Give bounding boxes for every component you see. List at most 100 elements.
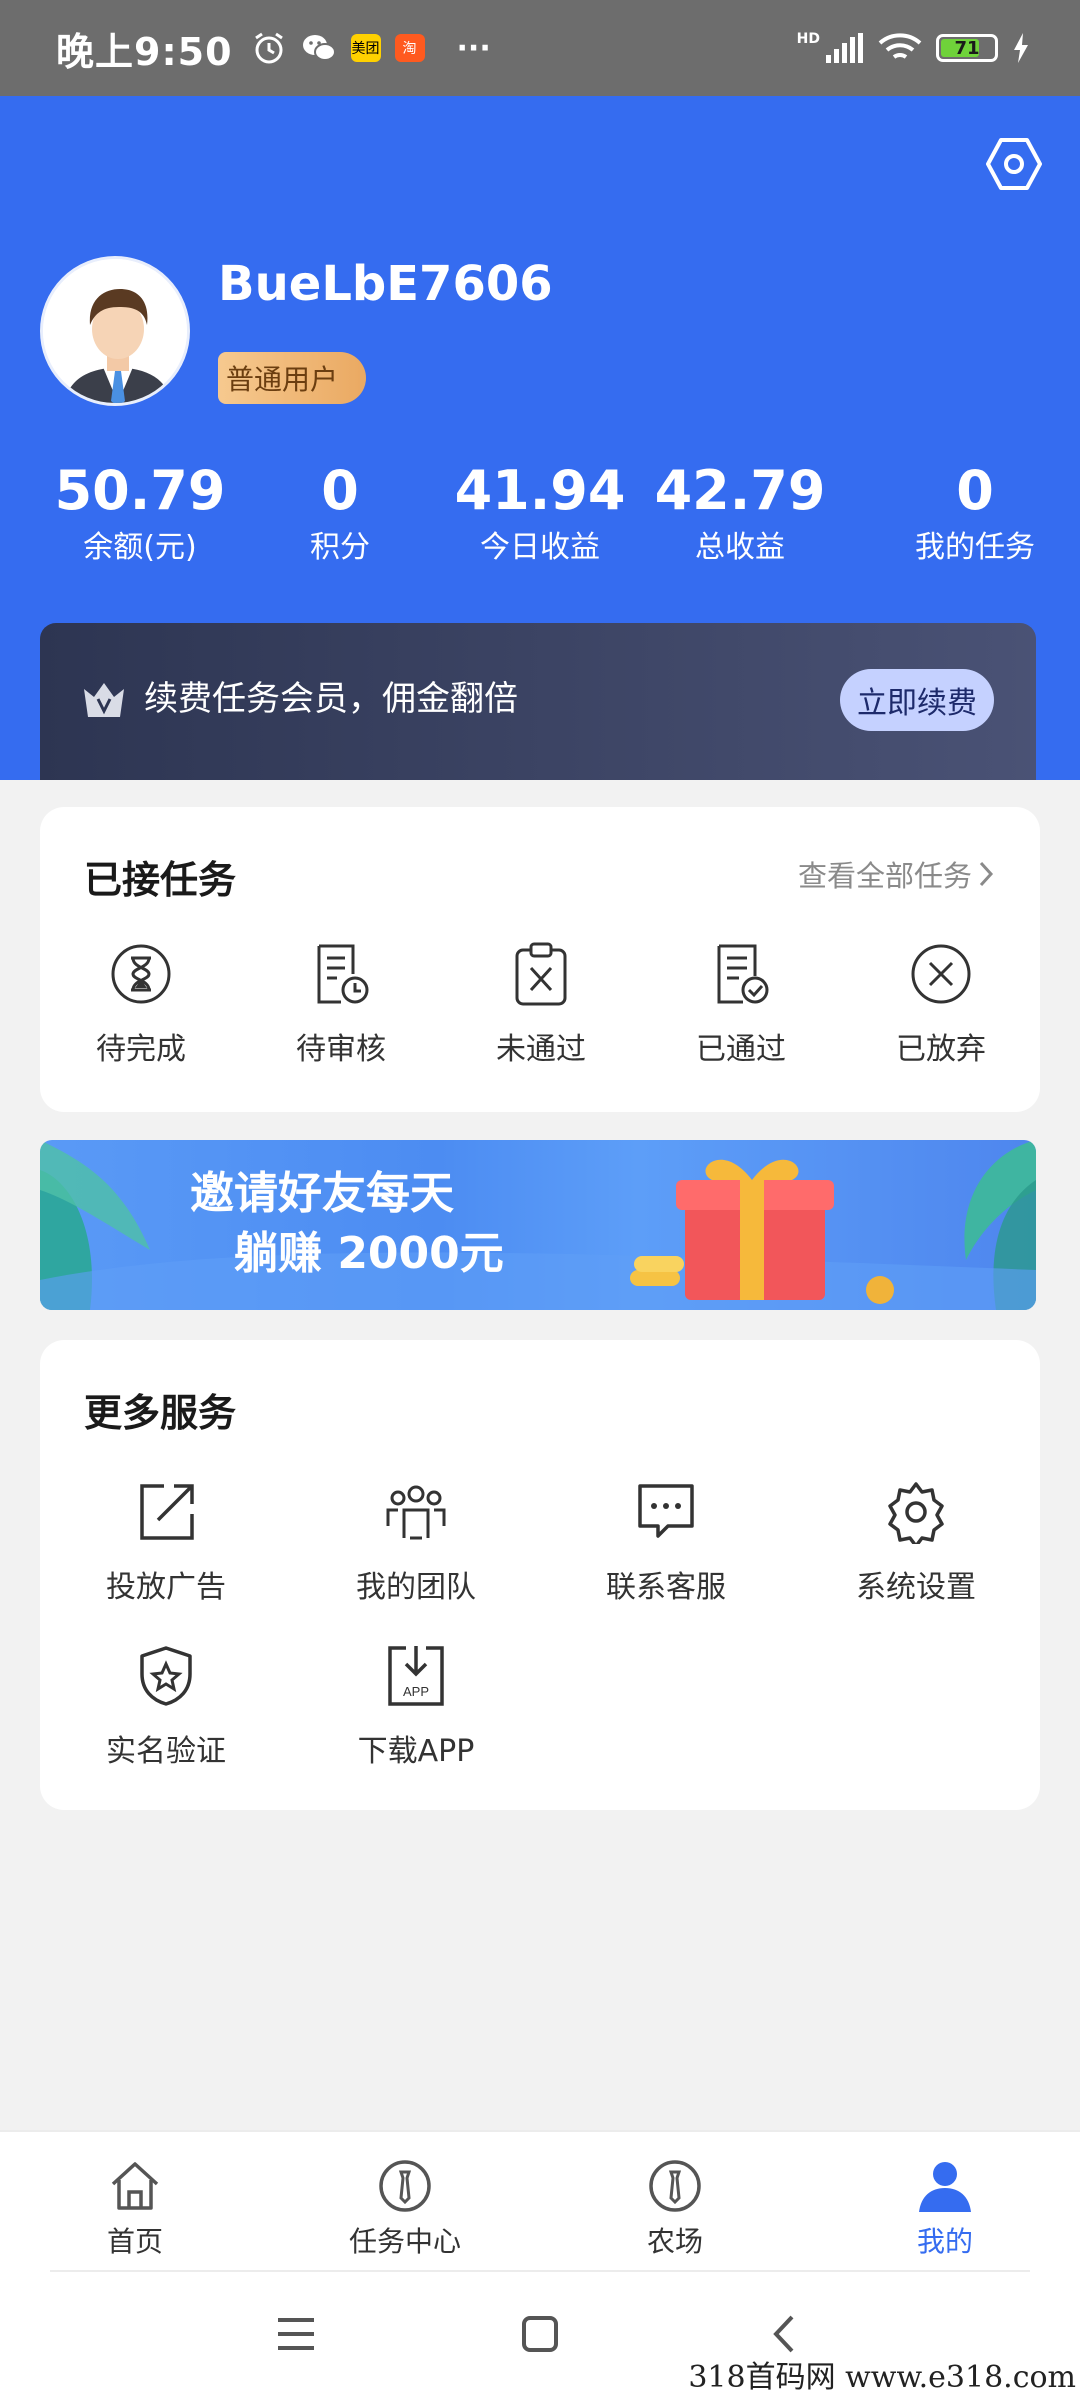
more-services-card: 更多服务 投放广告 我的团队 联系客服 系统设置 实名验证 APP 下载APP (40, 1340, 1040, 1810)
back-icon[interactable] (772, 2314, 796, 2354)
status-app-icons: 美团 淘 ··· (251, 30, 491, 66)
task-approved[interactable]: 已通过 (661, 942, 821, 1068)
farm-icon (649, 2160, 701, 2212)
accepted-tasks-card: 已接任务 查看全部任务 待完成 待审核 未通过 已通过 已放弃 (40, 807, 1040, 1112)
task-pending[interactable]: 待完成 (61, 942, 221, 1068)
service-download-app[interactable]: APP 下载APP (336, 1644, 496, 1770)
profile-header: BueLbE7606 普通用户 50.79 余额(元) 0 积分 41.94 今… (0, 96, 1080, 780)
service-label: 下载APP (357, 1734, 475, 1769)
stat-label: 积分 (310, 530, 370, 565)
service-real-name-verification[interactable]: 实名验证 (86, 1644, 246, 1770)
nav-label: 我的 (916, 2225, 973, 2258)
task-center-icon (379, 2160, 431, 2212)
service-label: 实名验证 (106, 1734, 226, 1769)
nav-label: 任务中心 (348, 2225, 461, 2258)
nav-label: 首页 (106, 2225, 163, 2258)
vip-crown-icon (84, 683, 124, 717)
team-icon (386, 1485, 446, 1540)
service-label: 系统设置 (856, 1570, 976, 1605)
nav-task-center[interactable]: 任务中心 (325, 2158, 485, 2260)
wechat-icon (302, 35, 336, 61)
nav-farm[interactable]: 农场 (595, 2158, 755, 2260)
renew-now-button[interactable]: 立即续费 (840, 669, 994, 731)
taobao-icon: 淘 (394, 34, 425, 62)
more-notifications-icon: ··· (456, 30, 491, 66)
service-system-settings[interactable]: 系统设置 (836, 1480, 996, 1606)
task-label: 待审核 (296, 1032, 386, 1067)
user-icon (919, 2162, 971, 2212)
avatar[interactable] (40, 256, 190, 406)
task-label: 待完成 (96, 1032, 186, 1067)
status-time: 晚上9:50 (56, 29, 233, 74)
stat-value: 41.94 (454, 459, 626, 522)
nav-mine[interactable]: 我的 (865, 2158, 1025, 2260)
stat-points[interactable]: 0 积分 (260, 456, 420, 570)
banner-line-1: 邀请好友每天 (190, 1168, 454, 1219)
chat-icon (638, 1484, 694, 1538)
document-check-icon (717, 944, 769, 1004)
service-contact-support[interactable]: 联系客服 (586, 1480, 746, 1606)
nav-home[interactable]: 首页 (55, 2158, 215, 2260)
card-title: 已接任务 (84, 858, 237, 902)
invite-friends-banner[interactable]: 邀请好友每天 躺赚 2000元 (40, 1140, 1036, 1310)
stat-label: 余额(元) (83, 530, 197, 565)
network-label: HD (796, 31, 820, 47)
alarm-icon (254, 32, 283, 64)
stat-my-tasks[interactable]: 0 我的任务 (880, 456, 1070, 570)
stat-value: 42.79 (654, 459, 826, 522)
clipboard-x-icon (515, 942, 567, 1006)
vip-renewal-bar[interactable]: 续费任务会员，佣金翻倍 立即续费 (40, 623, 1036, 780)
banner-text: 邀请好友每天 躺赚 2000元 (190, 1164, 504, 1284)
avatar-image (43, 259, 187, 403)
stat-value: 50.79 (54, 459, 226, 522)
nav-label: 农场 (646, 2225, 703, 2258)
vip-promo-text: 续费任务会员，佣金翻倍 (144, 679, 518, 719)
service-place-ad[interactable]: 投放广告 (86, 1480, 246, 1606)
settings-hexagon-icon[interactable] (986, 136, 1042, 192)
bottom-navigation: 首页 任务中心 农场 我的 (0, 2130, 1080, 2272)
document-clock-icon (317, 944, 369, 1004)
task-rejected[interactable]: 未通过 (461, 942, 621, 1068)
stat-total-earnings[interactable]: 42.79 总收益 (640, 456, 840, 570)
view-all-tasks-label: 查看全部任务 (797, 859, 972, 893)
stat-label: 今日收益 (480, 530, 600, 565)
gear-icon (888, 1482, 944, 1544)
task-abandoned[interactable]: 已放弃 (861, 942, 1021, 1068)
task-label: 未通过 (496, 1032, 586, 1067)
stats-row: 50.79 余额(元) 0 积分 41.94 今日收益 42.79 总收益 0 … (0, 456, 1080, 586)
view-all-tasks-link[interactable]: 查看全部任务 (798, 853, 994, 895)
status-bar: 晚上9:50 美团 淘 ··· HD 71 (0, 0, 1080, 96)
card-title: 更多服务 (84, 1391, 237, 1435)
charging-icon (1014, 33, 1028, 63)
external-link-icon (140, 1484, 194, 1540)
divider (50, 2270, 1030, 2272)
task-under-review[interactable]: 待审核 (261, 942, 421, 1068)
home-icon (111, 2162, 159, 2210)
service-label: 投放广告 (106, 1570, 226, 1605)
service-my-team[interactable]: 我的团队 (336, 1480, 496, 1606)
service-label: 联系客服 (606, 1570, 726, 1605)
banner-line-2: 躺赚 2000元 (234, 1228, 504, 1279)
task-label: 已放弃 (896, 1032, 986, 1067)
wifi-icon (878, 33, 922, 59)
user-level-badge: 普通用户 (218, 352, 367, 404)
menu-icon[interactable] (276, 2316, 316, 2352)
download-app-icon: APP (388, 1646, 444, 1706)
service-label: 我的团队 (356, 1570, 476, 1605)
meituan-icon: 美团 (350, 34, 381, 62)
watermark: 318首码网 www.e318.com (688, 2360, 1076, 2395)
battery-icon: 71 (936, 34, 998, 62)
stat-value: 0 (956, 459, 994, 522)
circle-x-icon (911, 944, 971, 1004)
task-label: 已通过 (696, 1032, 786, 1067)
stat-today-earnings[interactable]: 41.94 今日收益 (440, 456, 640, 570)
stat-value: 0 (321, 459, 359, 522)
shield-star-icon (140, 1646, 192, 1706)
app-icon-text: APP (403, 1684, 429, 1699)
home-square-icon[interactable] (521, 2315, 559, 2353)
stat-balance[interactable]: 50.79 余额(元) (40, 456, 240, 570)
username: BueLbE7606 (218, 256, 553, 312)
stat-label: 我的任务 (915, 530, 1035, 565)
stat-label: 总收益 (695, 530, 785, 565)
chevron-right-icon (979, 861, 994, 887)
